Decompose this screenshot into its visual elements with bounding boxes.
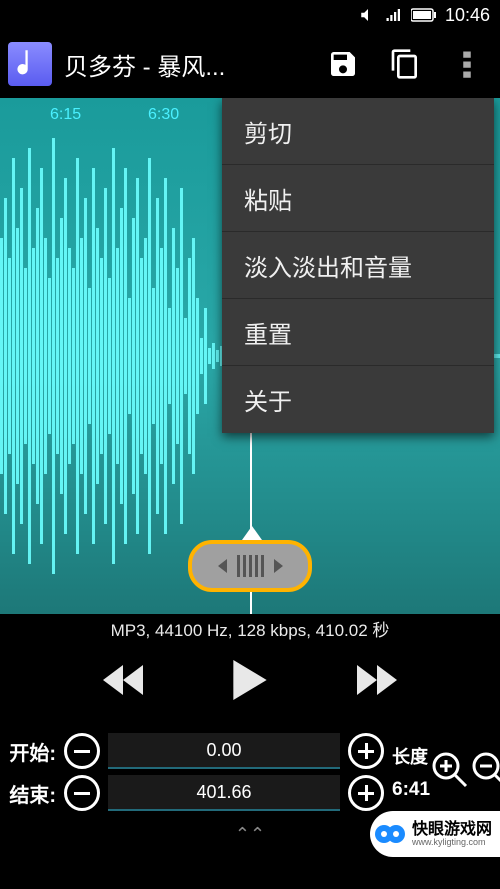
- start-label: 开始:: [4, 737, 56, 766]
- start-minus-button[interactable]: [64, 733, 100, 769]
- status-bar: 10:46: [0, 0, 500, 30]
- zoom-in-button[interactable]: [430, 750, 470, 795]
- menu-fade-volume[interactable]: 淡入淡出和音量: [222, 232, 494, 299]
- timeline-label-2: 6:30: [148, 106, 179, 124]
- signal-icon: [385, 6, 403, 24]
- save-button[interactable]: [318, 39, 368, 89]
- end-minus-button[interactable]: [64, 775, 100, 811]
- menu-about[interactable]: 关于: [222, 366, 494, 433]
- zoom-controls: [430, 722, 500, 822]
- overflow-menu: 剪切 粘贴 淡入淡出和音量 重置 关于: [222, 98, 494, 433]
- overflow-menu-button[interactable]: [442, 39, 492, 89]
- start-row: 开始:: [4, 733, 384, 769]
- mute-icon: [359, 6, 377, 24]
- drag-handle-icon[interactable]: ⌃⌃: [235, 824, 265, 845]
- copy-button[interactable]: [380, 39, 430, 89]
- play-button[interactable]: [233, 660, 267, 705]
- end-plus-button[interactable]: [348, 775, 384, 811]
- end-label: 结束:: [4, 779, 56, 808]
- length-label: 长度: [392, 743, 428, 769]
- menu-cut[interactable]: 剪切: [222, 98, 494, 165]
- battery-icon: [411, 8, 437, 22]
- arrow-right-icon: [274, 559, 283, 573]
- end-input[interactable]: [108, 775, 340, 811]
- zoom-out-button[interactable]: [470, 750, 500, 795]
- edit-panel: 开始: 结束: 长度 6:41: [0, 722, 500, 822]
- rewind-button[interactable]: [103, 665, 143, 700]
- forward-button[interactable]: [357, 665, 397, 700]
- action-bar: 贝多芬 - 暴风...: [0, 30, 500, 98]
- playhead-marker: [242, 526, 262, 540]
- arrow-left-icon: [218, 559, 227, 573]
- audio-info: MP3, 44100 Hz, 128 kbps, 410.02 秒: [0, 614, 500, 642]
- watermark-title: 快眼游戏网: [412, 822, 492, 838]
- start-plus-button[interactable]: [348, 733, 384, 769]
- watermark: 快眼游戏网 www.kyligting.com: [370, 811, 500, 857]
- status-time: 10:46: [445, 5, 490, 26]
- end-row: 结束:: [4, 775, 384, 811]
- timeline-label-1: 6:15: [50, 106, 81, 124]
- watermark-url: www.kyligting.com: [412, 838, 492, 847]
- watermark-logo-icon: [374, 818, 406, 850]
- grip-icon: [237, 555, 264, 577]
- menu-paste[interactable]: 粘贴: [222, 165, 494, 232]
- length-value: 6:41: [392, 779, 430, 801]
- length-col: 长度 6:41: [388, 722, 430, 822]
- app-title: 贝多芬 - 暴风...: [64, 47, 306, 82]
- start-input[interactable]: [108, 733, 340, 769]
- transport-controls: [0, 642, 500, 722]
- menu-reset[interactable]: 重置: [222, 299, 494, 366]
- selection-handle[interactable]: [188, 540, 312, 592]
- app-icon: [8, 42, 52, 86]
